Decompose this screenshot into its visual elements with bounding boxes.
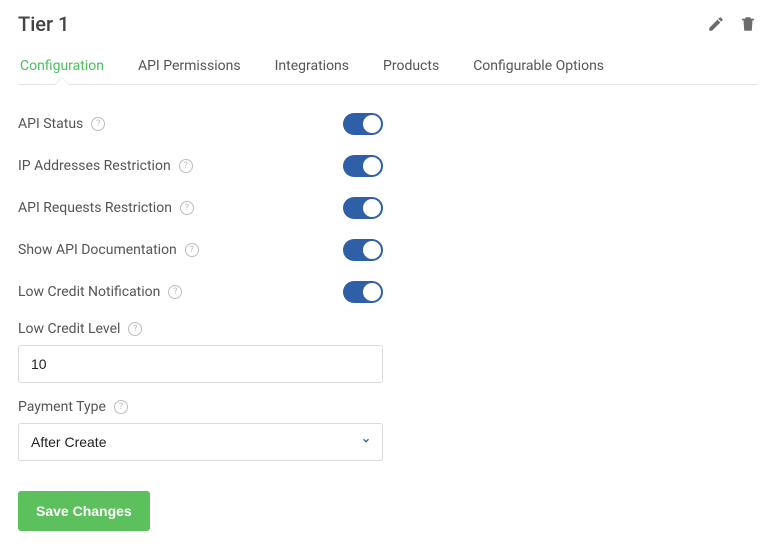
api-status-toggle[interactable]	[343, 113, 383, 135]
show-api-docs-label: Show API Documentation	[18, 242, 177, 258]
delete-icon[interactable]	[739, 15, 757, 33]
tabs: Configuration API Permissions Integratio…	[18, 48, 757, 85]
low-credit-notification-label: Low Credit Notification	[18, 284, 160, 300]
help-icon[interactable]: ?	[114, 400, 128, 414]
low-credit-level-label: Low Credit Level	[18, 321, 120, 337]
low-credit-notification-toggle[interactable]	[343, 281, 383, 303]
tab-configuration[interactable]: Configuration	[20, 48, 104, 84]
edit-icon[interactable]	[707, 15, 725, 33]
help-icon[interactable]: ?	[179, 159, 193, 173]
api-requests-restriction-toggle[interactable]	[343, 197, 383, 219]
help-icon[interactable]: ?	[128, 322, 142, 336]
api-requests-restriction-label: API Requests Restriction	[18, 200, 172, 216]
tab-integrations[interactable]: Integrations	[275, 48, 349, 84]
help-icon[interactable]: ?	[91, 117, 105, 131]
ip-restriction-label: IP Addresses Restriction	[18, 158, 171, 174]
tab-products[interactable]: Products	[383, 48, 439, 84]
api-status-label: API Status	[18, 116, 83, 132]
help-icon[interactable]: ?	[168, 285, 182, 299]
tab-configurable-options[interactable]: Configurable Options	[473, 48, 604, 84]
tab-api-permissions[interactable]: API Permissions	[138, 48, 241, 84]
ip-restriction-toggle[interactable]	[343, 155, 383, 177]
help-icon[interactable]: ?	[185, 243, 199, 257]
help-icon[interactable]: ?	[180, 201, 194, 215]
low-credit-level-input[interactable]	[18, 345, 383, 383]
payment-type-label: Payment Type	[18, 399, 106, 415]
save-changes-button[interactable]: Save Changes	[18, 491, 150, 531]
payment-type-select[interactable]: After Create	[18, 423, 383, 461]
page-title: Tier 1	[18, 12, 69, 36]
show-api-docs-toggle[interactable]	[343, 239, 383, 261]
